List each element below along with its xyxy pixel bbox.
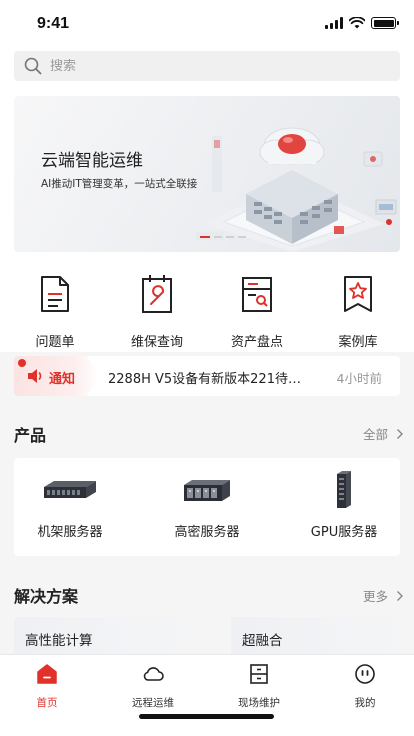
product-high-density-server[interactable]: 高密服务器 <box>152 470 262 540</box>
rack-server-icon <box>44 481 96 498</box>
unread-dot <box>18 359 26 367</box>
product-gpu-server[interactable]: GPU服务器 <box>289 470 399 540</box>
home-indicator[interactable] <box>139 714 274 719</box>
solutions-section-title: 解决方案 <box>14 587 79 606</box>
asset-search-icon <box>242 277 272 312</box>
banner-page-dot[interactable] <box>214 236 222 238</box>
status-icons <box>325 17 399 29</box>
solution-label: 超融合 <box>242 633 283 649</box>
wifi-icon <box>349 17 365 29</box>
status-bar: 9:41 <box>0 0 414 48</box>
cellular-signal-icon <box>325 17 343 29</box>
banner-page-dot[interactable] <box>226 236 234 238</box>
products-view-all-link[interactable]: 全部 <box>363 424 404 443</box>
quick-action-label: 维保查询 <box>130 335 183 350</box>
product-label: GPU服务器 <box>310 525 378 540</box>
high-density-server-icon <box>184 480 230 501</box>
banner-page-dot[interactable] <box>200 236 210 238</box>
search-input[interactable] <box>50 58 350 74</box>
profile-icon <box>355 664 375 684</box>
banner-title: 云端智能运维 <box>41 151 143 171</box>
tab-remote-ops[interactable]: 远程运维 <box>113 663 193 710</box>
products-section-title: 产品 <box>14 426 47 445</box>
view-all-label: 全部 <box>362 427 388 442</box>
document-icon <box>41 276 69 312</box>
cabinet-icon <box>250 664 268 684</box>
quick-action-case-library[interactable]: 案例库 <box>314 274 402 350</box>
banner-pagination <box>200 236 246 238</box>
speaker-icon <box>28 369 42 383</box>
tab-home[interactable]: 首页 <box>7 663 87 710</box>
quick-action-asset-inventory[interactable]: 资产盘点 <box>213 274 301 350</box>
tab-label: 远程运维 <box>132 697 174 709</box>
quick-action-label: 案例库 <box>338 335 378 350</box>
products-card: 机架服务器 高密服务器 GPU服务器 <box>14 458 400 556</box>
status-time: 9:41 <box>37 15 70 32</box>
search-bar[interactable] <box>14 51 400 81</box>
promo-banner[interactable]: 云端智能运维 AI推动IT管理变革，一站式全联接 <box>14 96 400 252</box>
tab-label: 我的 <box>354 697 376 709</box>
product-label: 机架服务器 <box>37 525 103 540</box>
solutions-more-link[interactable]: 更多 <box>363 586 404 605</box>
notice-message[interactable]: 2288H V5设备有新版本221待更新 <box>108 368 306 387</box>
product-label: 高密服务器 <box>174 525 240 540</box>
tab-profile[interactable]: 我的 <box>325 663 405 710</box>
battery-icon <box>371 17 399 29</box>
cloud-datacenter-illustration <box>196 127 397 252</box>
gpu-server-icon <box>337 471 351 508</box>
tab-onsite-maintenance[interactable]: 现场维护 <box>219 663 299 710</box>
banner-subtitle: AI推动IT管理变革，一站式全联接 <box>41 178 198 190</box>
bottom-tab-bar: 首页 远程运维 现场维护 我的 <box>0 654 414 736</box>
solution-label: 高性能计算 <box>25 633 93 649</box>
quick-action-label: 资产盘点 <box>230 335 283 350</box>
notice-bar[interactable]: 通知 2288H V5设备有新版本221待更新 4小时前 <box>14 356 400 396</box>
quick-action-label: 问题单 <box>35 335 75 350</box>
quick-action-warranty[interactable]: 维保查询 <box>113 274 201 350</box>
home-icon <box>37 664 57 684</box>
wrench-clipboard-icon <box>142 275 172 313</box>
notice-time: 4小时前 <box>336 371 382 386</box>
product-rack-server[interactable]: 机架服务器 <box>15 470 125 540</box>
quick-action-issue[interactable]: 问题单 <box>11 274 99 350</box>
chevron-right-icon <box>397 590 403 601</box>
chevron-right-icon <box>397 428 403 439</box>
tab-label: 首页 <box>36 697 58 709</box>
more-label: 更多 <box>362 589 388 604</box>
star-bookmark-icon <box>344 276 372 312</box>
notice-label: 通知 <box>49 372 76 387</box>
search-icon <box>24 57 42 75</box>
banner-page-dot[interactable] <box>238 236 246 238</box>
tab-label: 现场维护 <box>238 697 280 709</box>
cloud-icon <box>143 667 164 681</box>
